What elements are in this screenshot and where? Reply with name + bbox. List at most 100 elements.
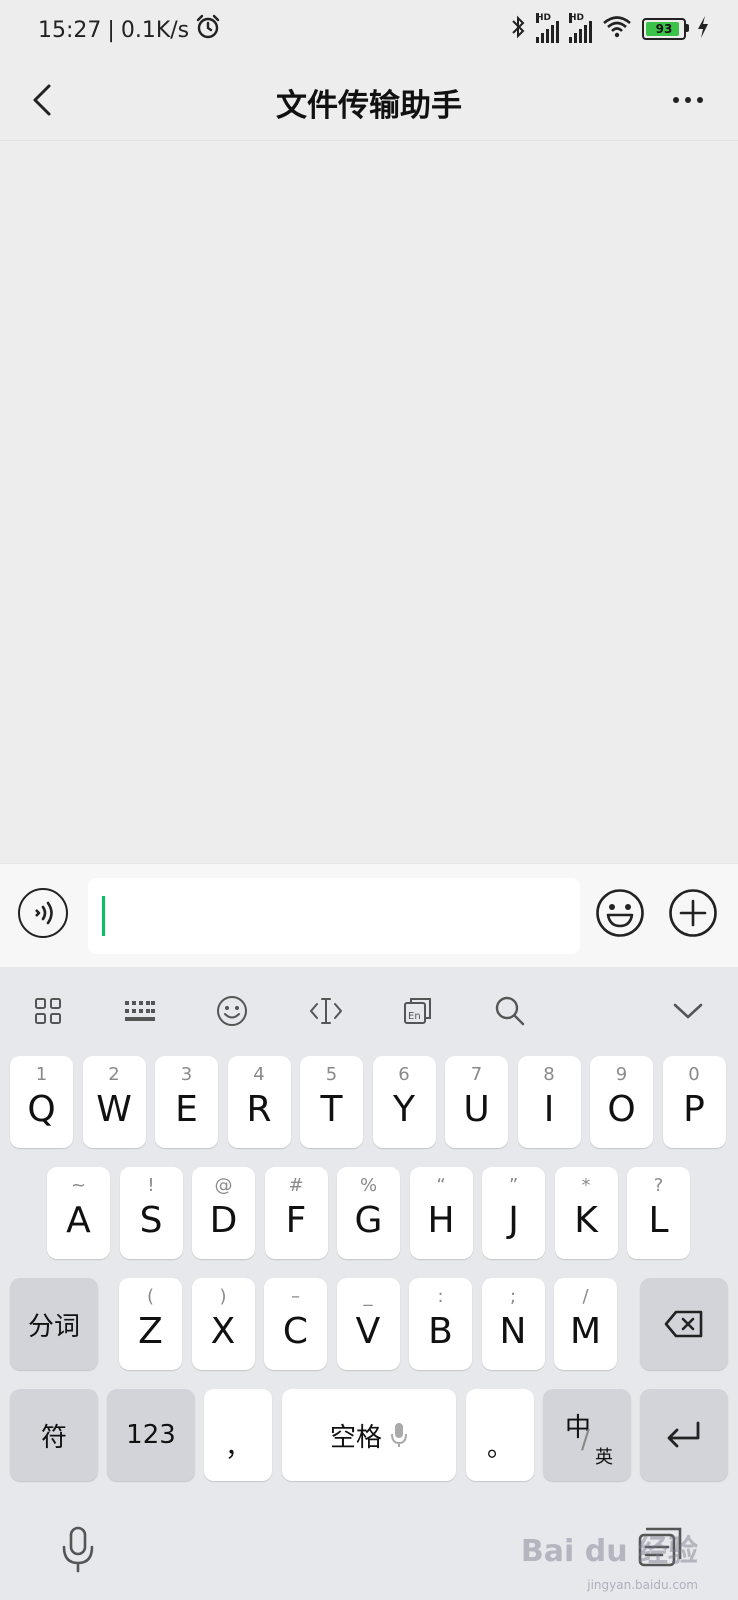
enter-key[interactable] [640,1389,728,1481]
key-primary-label: C [282,1310,309,1352]
signal-icon: HD [536,12,559,43]
language-switch-key[interactable]: 中 / 英 [543,1389,631,1481]
message-input[interactable] [88,878,580,954]
chevron-down-icon[interactable] [670,993,706,1029]
key-primary-label: G [354,1199,383,1241]
voice-typing-button[interactable] [58,1525,98,1573]
key-q[interactable]: 1Q [10,1056,73,1148]
key-secondary-label: 8 [543,1064,555,1085]
backspace-icon [664,1310,703,1338]
comma-key[interactable]: ， [204,1389,272,1481]
period-key[interactable]: 。 [466,1389,534,1481]
key-w[interactable]: 2W [82,1056,146,1148]
key-n[interactable]: ; N [481,1278,545,1370]
status-bar: 15:27 | 0.1K/s HD HD 93 [0,0,738,64]
message-list[interactable] [0,141,738,863]
key-primary-label: L [648,1199,669,1241]
key-primary-label: D [209,1199,238,1241]
key-secondary-label: 5 [325,1064,338,1085]
microphone-icon [391,1423,407,1447]
chat-header: 文件传输助手 [0,64,738,141]
key-primary-label: J [508,1199,519,1241]
key-g[interactable]: % G [337,1167,400,1259]
key-l[interactable]: ? L [627,1167,690,1259]
more-options-button[interactable] [660,78,716,122]
key-k[interactable]: * K [554,1167,618,1259]
key-primary-label: S [139,1199,163,1241]
key-secondary-label: % [359,1175,378,1196]
cursor-move-icon[interactable] [308,993,344,1029]
key-primary-label: N [499,1310,527,1352]
key-t[interactable]: 5T [300,1056,363,1148]
voice-input-button[interactable] [18,888,68,938]
emoji-button[interactable] [595,888,645,938]
key-y[interactable]: 6Y [372,1056,436,1148]
key-u[interactable]: 7U [445,1056,508,1148]
key-h[interactable]: “H [409,1167,473,1259]
watermark-logo: Bai du 经验 [520,1534,698,1569]
plus-circle-icon [669,889,717,937]
keyboard-bottom-bar: Bai du 经验 jingyan.baidu.com [0,1507,738,1600]
key-secondary-label: ) [219,1286,227,1307]
symbols-key[interactable]: 符 [10,1389,98,1481]
key-secondary-label: ” [508,1175,519,1196]
smiley-icon [596,889,644,937]
key-primary-label: F [285,1199,307,1241]
status-time: 15:27 [38,17,102,43]
key-primary-label: H [427,1199,455,1241]
key-j[interactable]: ” J [482,1167,545,1259]
more-dot [697,97,703,103]
key-primary-label: U [463,1088,490,1130]
status-network-speed: 0.1K/s [120,17,190,43]
more-functions-button[interactable] [668,888,718,938]
key-i[interactable]: 8I [517,1056,581,1148]
key-f[interactable]: # F [264,1167,328,1259]
bluetooth-icon [510,14,526,43]
keyboard-toolbar: En [0,967,738,1055]
key-primary-label: Q [27,1088,56,1130]
key-v[interactable]: _ V [336,1278,400,1370]
emoji-keyboard-icon[interactable] [214,993,250,1029]
key-d[interactable]: @ D [192,1167,255,1259]
key-o[interactable]: 9O [590,1056,653,1148]
key-x[interactable]: ) X [191,1278,255,1370]
text-caret [102,896,105,936]
space-key[interactable]: 空格 [282,1389,456,1481]
word-segment-key[interactable]: 分词 [10,1278,98,1370]
key-primary-label: E [175,1088,198,1130]
key-primary-label: R [246,1088,272,1130]
search-icon[interactable] [492,993,528,1029]
key-primary-label: Y [393,1088,415,1130]
key-secondary-label: “ [436,1175,446,1196]
key-c[interactable]: – C [264,1278,327,1370]
key-p[interactable]: 0P [662,1056,726,1148]
key-primary-label: P [683,1088,705,1130]
key-r[interactable]: 4R [227,1056,291,1148]
key-secondary-label: 7 [470,1064,483,1085]
key-secondary-label: 6 [398,1064,410,1085]
key-b[interactable]: :B [409,1278,472,1370]
key-primary-label: X [210,1310,236,1352]
numbers-key[interactable]: 123 [107,1389,195,1481]
status-left: 15:27 | 0.1K/s [38,14,221,46]
backspace-key[interactable] [640,1278,728,1370]
key-secondary-label: 9 [615,1064,628,1085]
key-secondary-label: ( [146,1286,155,1307]
key-m[interactable]: / M [554,1278,617,1370]
apps-grid-icon[interactable] [30,993,66,1029]
more-dot [673,97,679,103]
key-primary-label: O [607,1088,636,1130]
key-s[interactable]: ! S [119,1167,183,1259]
key-secondary-label: 2 [108,1064,120,1085]
key-a[interactable]: ~ A [47,1167,110,1259]
key-secondary-label: ! [147,1175,155,1196]
key-z[interactable]: (Z [119,1278,182,1370]
status-separator: | [107,17,115,43]
keyboard-layout-icon[interactable] [122,993,158,1029]
key-primary-label: K [574,1199,598,1241]
key-secondary-label: ; [509,1286,517,1307]
key-e[interactable]: 3E [155,1056,218,1148]
status-right: HD HD 93 [510,12,710,43]
clipboard-icon[interactable]: En [400,993,436,1029]
alarm-icon [195,14,221,46]
